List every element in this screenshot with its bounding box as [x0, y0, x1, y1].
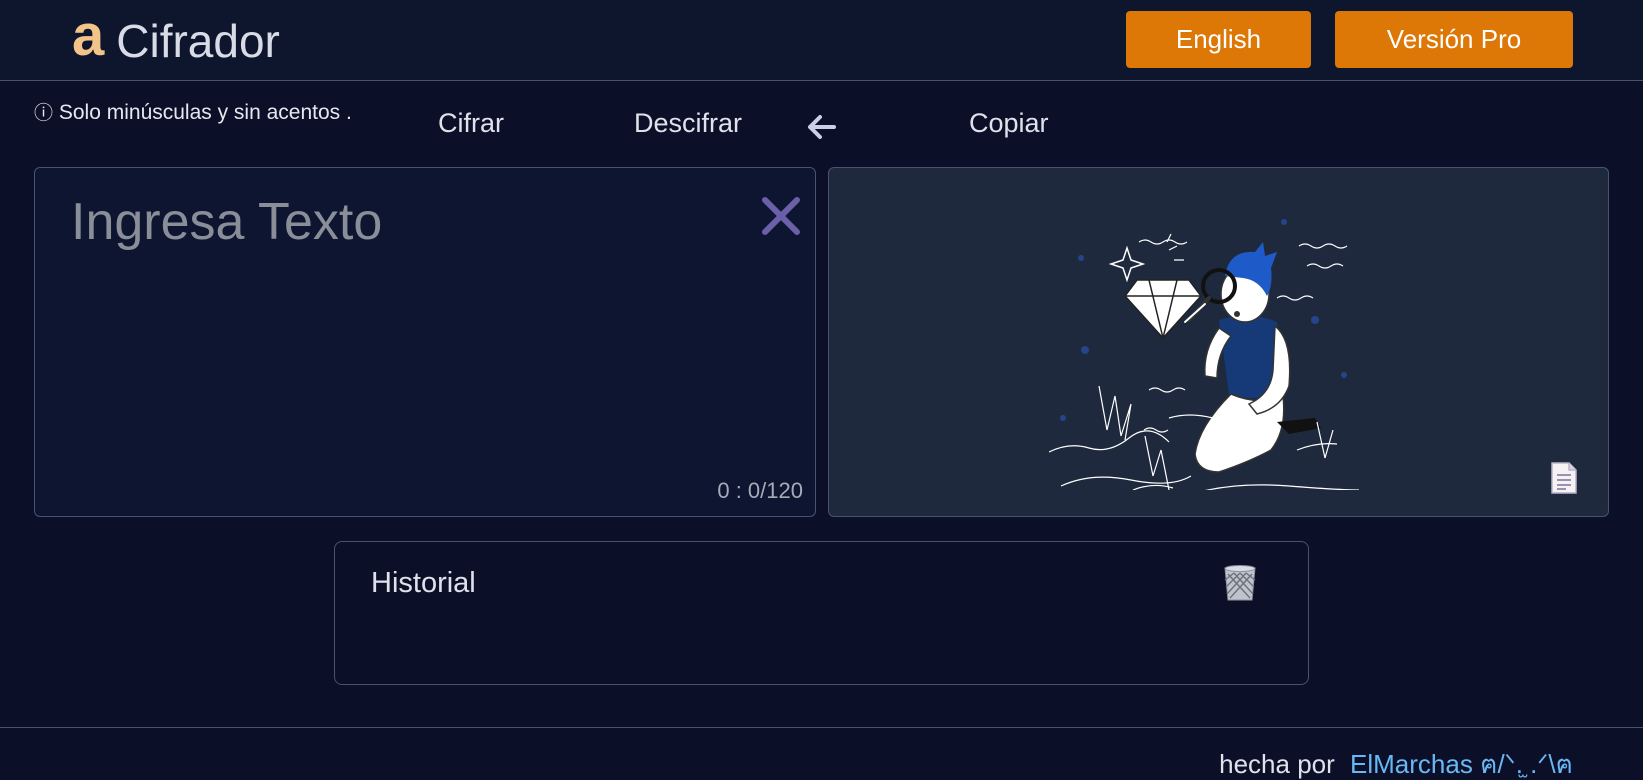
footer: hecha por ElMarchas ฅ/ᐠ.̫ .ᐟ\ฅ	[0, 727, 1643, 780]
input-rules-note: ⓘ Solo minúsculas y sin acentos .	[34, 98, 354, 128]
info-icon: ⓘ	[34, 103, 54, 124]
decrypt-button[interactable]: Descifrar	[634, 108, 742, 139]
trash-icon[interactable]	[1222, 564, 1258, 602]
english-button[interactable]: English	[1126, 11, 1311, 68]
logo-mark: a	[72, 3, 105, 68]
credits-prefix: hecha por	[1219, 749, 1335, 779]
input-panel: 0 : 0/120	[34, 167, 816, 517]
history-title: Historial	[371, 567, 476, 599]
header: a Cifrador English Versión Pro	[0, 0, 1643, 81]
arrow-left-icon[interactable]	[805, 112, 837, 149]
author-link[interactable]: ElMarchas ฅ/ᐠ.̫ .ᐟ\ฅ	[1350, 749, 1573, 779]
app-title: Cifrador	[116, 15, 280, 67]
text-input[interactable]	[35, 168, 815, 516]
clear-icon[interactable]	[755, 190, 807, 242]
copy-button[interactable]: Copiar	[969, 108, 1049, 139]
person-examining-diamond-illustration	[1049, 219, 1360, 490]
output-panel	[828, 167, 1609, 517]
note-text: Solo minúsculas y sin acentos .	[58, 101, 352, 124]
credits: hecha por ElMarchas ฅ/ᐠ.̫ .ᐟ\ฅ	[1219, 744, 1573, 780]
pro-version-button[interactable]: Versión Pro	[1335, 11, 1573, 68]
encrypt-button[interactable]: Cifrar	[438, 108, 504, 139]
document-icon[interactable]	[1550, 461, 1578, 495]
history-panel: Historial	[334, 541, 1309, 685]
logo[interactable]: a Cifrador	[72, 6, 280, 76]
character-counter: 0 : 0/120	[717, 478, 803, 503]
